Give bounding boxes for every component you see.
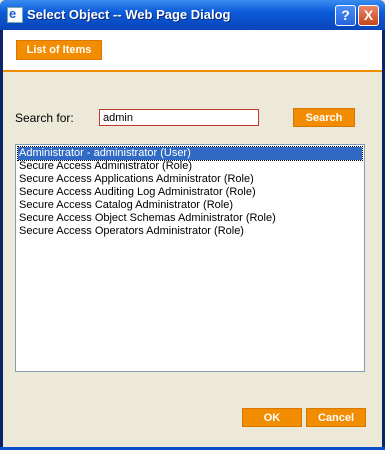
list-item[interactable]: Secure Access Catalog Administrator (Rol…	[18, 199, 362, 212]
header-band: List of Items	[3, 30, 382, 70]
help-button[interactable]: ?	[335, 5, 356, 26]
dialog-window: e Select Object -- Web Page Dialog ? X L…	[0, 0, 385, 450]
list-item[interactable]: Secure Access Object Schemas Administrat…	[18, 212, 362, 225]
window-title: Select Object -- Web Page Dialog	[27, 7, 231, 22]
list-item[interactable]: Secure Access Applications Administrator…	[18, 173, 362, 186]
list-item[interactable]: Administrator - administrator (User)	[17, 146, 363, 161]
cancel-button[interactable]: Cancel	[306, 408, 366, 427]
results-listbox[interactable]: Administrator - administrator (User) Sec…	[15, 144, 365, 372]
title-bar[interactable]: e Select Object -- Web Page Dialog ? X	[0, 0, 385, 30]
dialog-body: Search for: Search Administrator - admin…	[3, 72, 382, 447]
dialog-content: List of Items Search for: Search Adminis…	[3, 30, 382, 447]
list-of-items-tab[interactable]: List of Items	[16, 40, 102, 60]
close-button[interactable]: X	[358, 5, 379, 26]
ok-button[interactable]: OK	[242, 408, 302, 427]
list-item[interactable]: Secure Access Administrator (Role)	[18, 160, 362, 173]
search-button[interactable]: Search	[293, 108, 355, 127]
list-item[interactable]: Secure Access Operators Administrator (R…	[18, 225, 362, 238]
search-label: Search for:	[15, 111, 74, 125]
ie-page-icon: e	[7, 6, 23, 23]
search-input[interactable]	[99, 109, 259, 126]
list-item[interactable]: Secure Access Auditing Log Administrator…	[18, 186, 362, 199]
